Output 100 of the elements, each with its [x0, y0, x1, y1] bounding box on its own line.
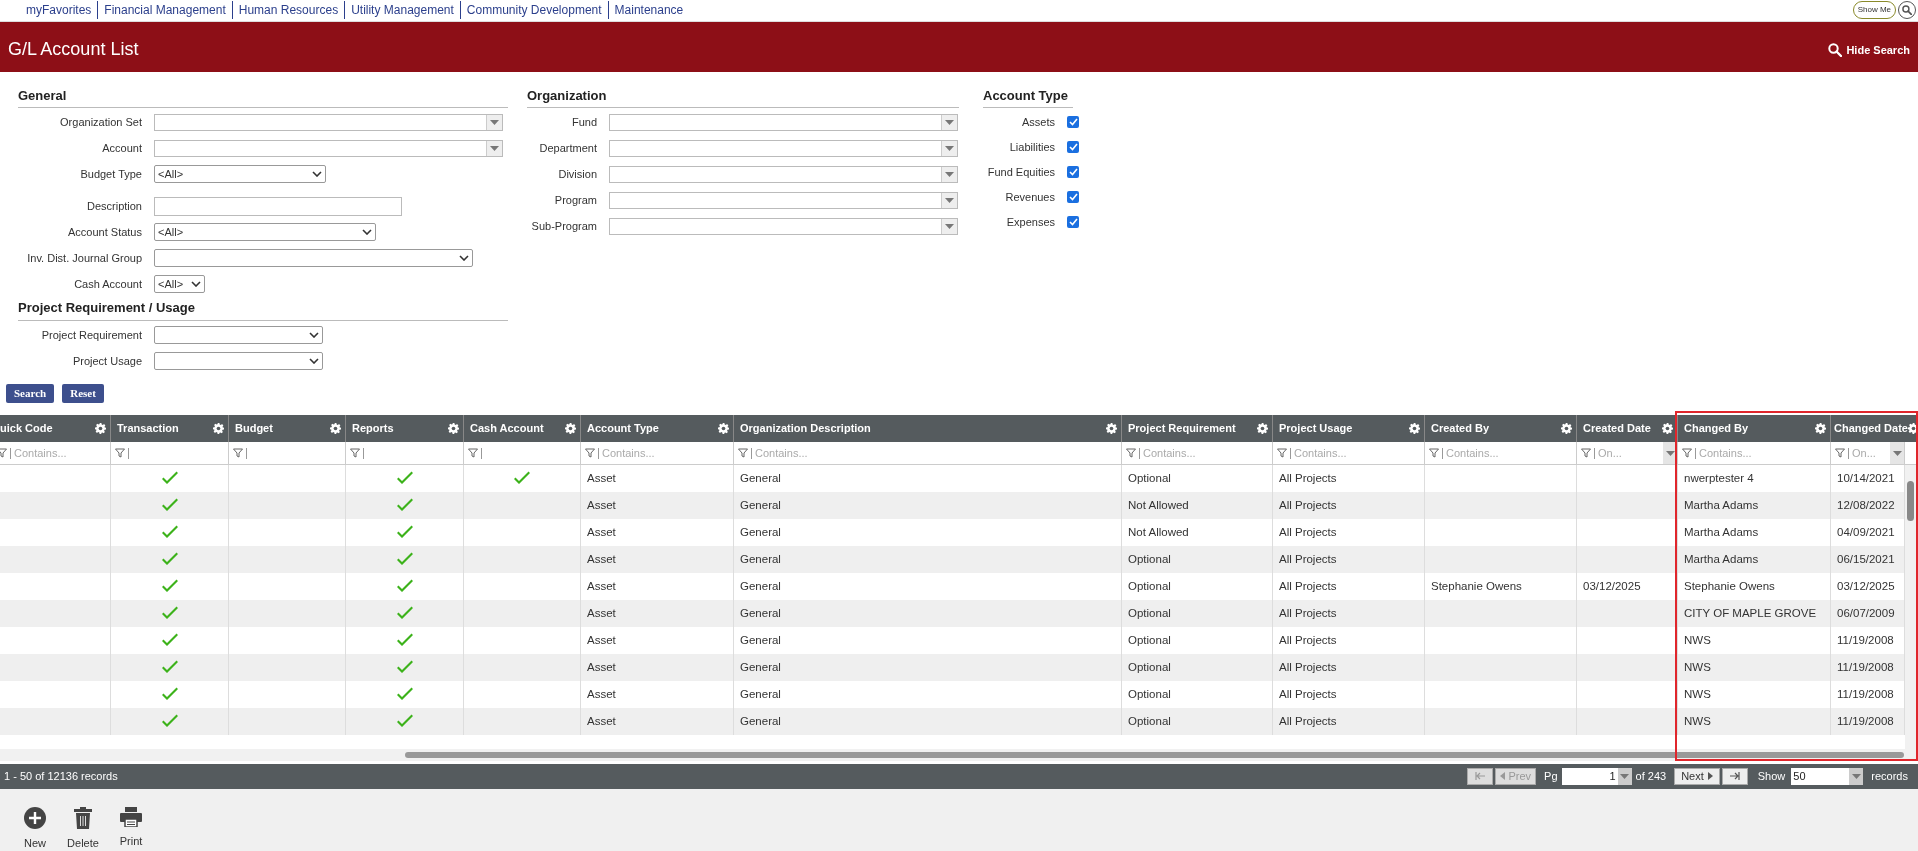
records-label: records — [1871, 768, 1908, 784]
gear-icon[interactable] — [1257, 423, 1268, 435]
gear-icon[interactable] — [1561, 423, 1572, 435]
table-cell-text: General — [740, 714, 781, 730]
select-field[interactable]: <All> — [154, 275, 205, 294]
nav-link[interactable]: Utility Management — [344, 1, 460, 20]
table-cell-text: General — [740, 552, 781, 568]
column-header[interactable]: uick Code — [0, 420, 53, 437]
filter-icon[interactable] — [1277, 448, 1287, 459]
nav-link[interactable]: Financial Management — [97, 1, 232, 20]
gear-icon[interactable] — [1106, 423, 1117, 435]
filter-icon[interactable] — [350, 448, 360, 459]
page-field[interactable]: 1 — [1561, 767, 1632, 785]
table-cell-text: NWS — [1684, 633, 1711, 649]
column-header[interactable]: Created Date — [1583, 420, 1651, 437]
column-header[interactable]: Account Type — [587, 420, 659, 437]
select-field[interactable]: <All> — [154, 165, 326, 184]
select-field[interactable] — [154, 249, 473, 268]
next-button[interactable]: Next — [1674, 767, 1720, 785]
gear-icon[interactable] — [213, 423, 224, 435]
column-header[interactable]: Project Usage — [1279, 420, 1353, 437]
hide-search-button[interactable]: Hide Search — [1828, 41, 1910, 59]
column-header[interactable]: Organization Description — [740, 420, 871, 437]
gear-icon[interactable] — [1815, 423, 1826, 435]
checkbox[interactable] — [1067, 140, 1079, 153]
filter-icon[interactable] — [738, 448, 748, 459]
combo-field[interactable] — [609, 113, 958, 131]
table-cell-text: 11/19/2008 — [1837, 687, 1894, 703]
dropdown-icon[interactable] — [1892, 450, 1902, 456]
nav-link[interactable]: myFavorites — [20, 1, 98, 20]
select-field[interactable] — [154, 325, 323, 344]
table-cell-text: NWS — [1684, 687, 1711, 703]
filter-icon[interactable] — [585, 448, 595, 459]
table-cell-text: CITY OF MAPLE GROVE — [1684, 606, 1817, 622]
filter-icon[interactable] — [233, 448, 243, 459]
column-header[interactable]: Reports — [352, 420, 394, 437]
nav-link[interactable]: Maintenance — [607, 1, 690, 20]
nav-link[interactable]: Human Resources — [231, 1, 345, 20]
horizontal-scrollbar[interactable] — [0, 749, 1918, 762]
gear-icon[interactable] — [1409, 423, 1420, 435]
table-cell-text: General — [740, 687, 781, 703]
filter-icon[interactable] — [1682, 448, 1692, 459]
filter-icon[interactable] — [1126, 448, 1136, 459]
field-label: Account — [101, 141, 142, 157]
first-page-button[interactable] — [1467, 767, 1494, 785]
column-header[interactable]: Changed Date — [1834, 420, 1908, 437]
field-label: Department — [538, 141, 597, 157]
section-title: Organization — [527, 85, 959, 109]
combo-field[interactable] — [154, 139, 503, 157]
column-header[interactable]: Created By — [1431, 420, 1490, 437]
filter-icon[interactable] — [1835, 448, 1845, 459]
nav-link[interactable]: Community Development — [459, 1, 608, 20]
select-field[interactable]: <All> — [154, 223, 376, 242]
table-cell-text: 12/08/2022 — [1837, 498, 1895, 514]
checkbox[interactable] — [1067, 165, 1079, 178]
text-field[interactable] — [154, 196, 402, 216]
column-header[interactable]: Changed By — [1684, 420, 1749, 437]
dropdown-icon[interactable] — [1665, 450, 1675, 456]
column-header[interactable]: Budget — [235, 420, 273, 437]
column-header[interactable]: Project Requirement — [1128, 420, 1236, 437]
last-page-button[interactable] — [1721, 767, 1748, 785]
chevron-icon — [362, 229, 372, 236]
combo-field[interactable] — [609, 217, 958, 235]
gear-icon[interactable] — [1907, 423, 1918, 435]
select-field[interactable] — [154, 351, 323, 370]
form-button[interactable]: Reset — [62, 383, 104, 403]
toolbar-button[interactable]: New — [18, 806, 52, 851]
filter-icon[interactable] — [0, 448, 7, 459]
gear-icon[interactable] — [718, 423, 729, 435]
gear-icon[interactable] — [448, 423, 459, 435]
filter-icon[interactable] — [1581, 448, 1591, 459]
combo-field[interactable] — [609, 139, 958, 157]
column-header[interactable]: Transaction — [117, 420, 179, 437]
checkbox[interactable] — [1067, 115, 1079, 128]
record-count: 1 - 50 of 12136 records — [4, 768, 118, 784]
table-cell-text: Optional — [1128, 687, 1171, 703]
filter-icon[interactable] — [1429, 448, 1439, 459]
page-title: G/L Account List — [8, 38, 139, 62]
table-cell-text: Not Allowed — [1128, 498, 1189, 514]
checkbox[interactable] — [1067, 190, 1079, 203]
combo-field[interactable] — [154, 113, 503, 131]
gear-icon[interactable] — [565, 423, 576, 435]
toolbar-button[interactable]: Delete — [66, 806, 100, 851]
filter-icon[interactable] — [115, 448, 125, 459]
page-size-select[interactable]: 50 — [1791, 767, 1864, 785]
checkbox[interactable] — [1067, 215, 1079, 228]
dropdown-icon — [1620, 773, 1630, 779]
form-button[interactable]: Search — [6, 383, 55, 403]
gear-icon[interactable] — [1662, 423, 1673, 435]
column-header[interactable]: Cash Account — [470, 420, 544, 437]
combo-field[interactable] — [609, 165, 958, 183]
combo-field[interactable] — [609, 191, 958, 209]
toolbar-button[interactable]: Print — [114, 806, 148, 849]
gear-icon[interactable] — [95, 423, 106, 435]
gear-icon[interactable] — [330, 423, 341, 435]
filter-icon[interactable] — [468, 448, 478, 459]
table-cell-text: 11/19/2008 — [1837, 660, 1894, 676]
vertical-scrollbar[interactable] — [1905, 465, 1916, 750]
left-triangle-icon — [1500, 772, 1506, 780]
table-cell-text: Stephanie Owens — [1431, 579, 1522, 595]
